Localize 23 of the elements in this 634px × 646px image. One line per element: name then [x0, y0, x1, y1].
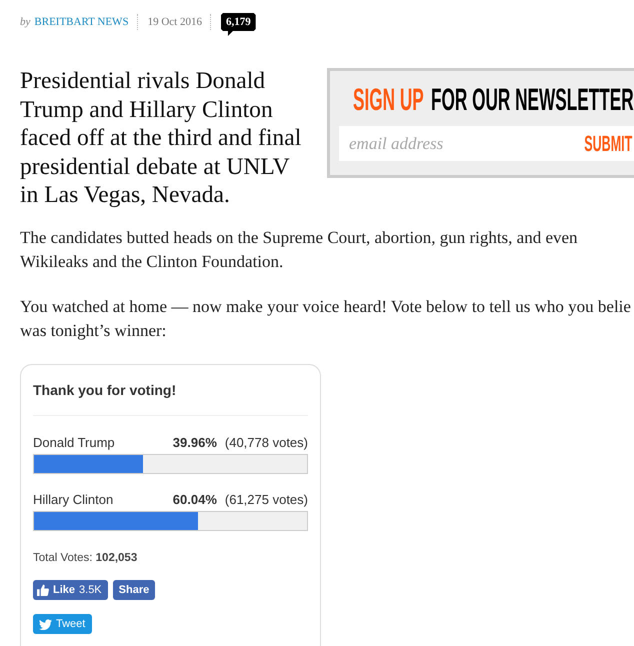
author-link[interactable]: BREITBART NEWS	[34, 13, 129, 31]
submit-button[interactable]: SUBMIT	[574, 126, 634, 161]
vote-percentage: 60.04%	[172, 492, 217, 507]
article-paragraph: You watched at home — now make your voice heard! Vote below to tell us who you belie was tonight’s winner:	[20, 296, 631, 342]
vote-count: (61,275 votes)	[224, 492, 308, 507]
byline-prefix: by	[20, 15, 30, 30]
comment-count-badge[interactable]: 6,179	[220, 13, 256, 36]
vote-percentage: 39.96%	[172, 435, 217, 450]
email-field[interactable]: email address	[339, 126, 574, 161]
newsletter-heading: SIGN UP FOR OUR NEWSLETTER	[353, 87, 634, 113]
vote-count: (40,778 votes)	[224, 435, 308, 450]
total-votes: Total Votes: 102,053	[33, 551, 138, 566]
thumbs-up-icon	[37, 584, 49, 596]
share-button[interactable]: Share	[112, 580, 156, 600]
option-name: Hillary Clinton	[33, 492, 114, 508]
tweet-button[interactable]: Tweet	[33, 614, 92, 634]
article-headline: Presidential rivals Donald Trump and Hillary Clinton faced off at the third and final presidential debate at UNLV in Las Vegas, Nevada.	[20, 67, 302, 210]
like-button[interactable]: Like 3.5K	[33, 580, 108, 600]
publish-date: 19 Oct 2016	[148, 15, 202, 30]
bird-icon	[39, 618, 52, 630]
article-paragraph: The candidates butted heads on the Supreme Court, abortion, gun rights, and even Wikileaks and the Clinton Foundation.	[20, 227, 578, 272]
poll-title: Thank you for voting!	[33, 381, 176, 399]
option-name: Donald Trump	[33, 435, 115, 451]
